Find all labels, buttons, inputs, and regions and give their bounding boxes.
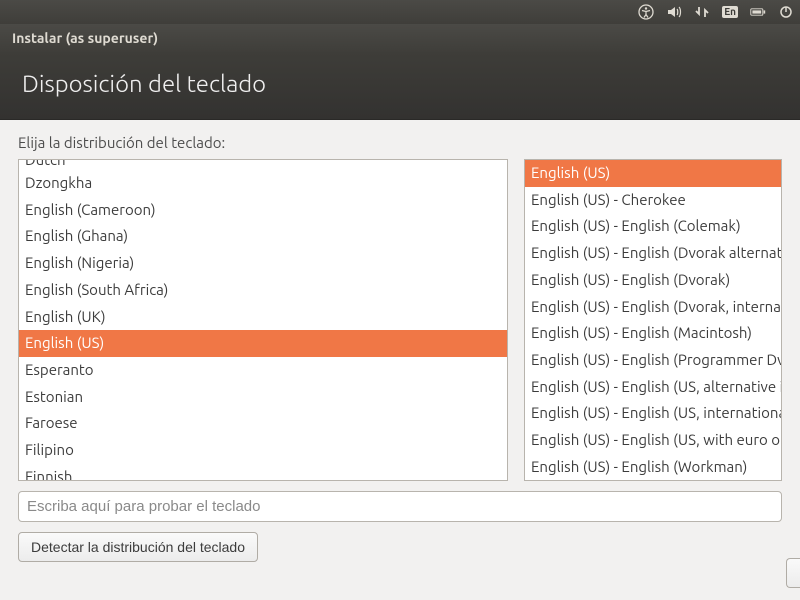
list-item[interactable]: English (US) - English (Colemak) (525, 213, 781, 240)
list-item[interactable]: English (US) - English (Dvorak, internat… (525, 294, 781, 321)
list-item[interactable]: English (US) - English (US, internationa… (525, 400, 781, 427)
keyboard-indicator-icon[interactable]: En (722, 6, 738, 18)
list-item[interactable]: English (US) (525, 160, 781, 187)
window-titlebar: Instalar (as superuser) (0, 24, 800, 52)
battery-icon[interactable] (750, 4, 766, 20)
layouts-listbox[interactable]: DutchDzongkhaEnglish (Cameroon)English (… (18, 159, 508, 481)
list-item[interactable]: English (US) - English (US, alternative … (525, 374, 781, 401)
list-item[interactable]: Dutch (19, 160, 507, 170)
power-icon[interactable] (778, 4, 794, 20)
list-item[interactable]: English (US) - English (Dvorak) (525, 267, 781, 294)
list-item[interactable]: English (US) - English (Workman) (525, 454, 781, 481)
system-topbar: En (0, 0, 800, 24)
list-item[interactable]: Filipino (19, 437, 507, 464)
variants-listbox[interactable]: English (US)English (US) - CherokeeEngli… (524, 159, 782, 481)
list-item[interactable]: Dzongkha (19, 170, 507, 197)
window-title: Instalar (as superuser) (12, 30, 158, 46)
accessibility-icon[interactable] (638, 4, 654, 20)
sound-icon[interactable] (666, 4, 682, 20)
list-item[interactable]: English (US) - English (US, with euro on… (525, 427, 781, 454)
nav-button-fragment[interactable] (786, 558, 800, 588)
list-item[interactable]: English (US) - English (Programmer Dvora… (525, 347, 781, 374)
list-item[interactable]: Finnish (19, 464, 507, 481)
page-header: Disposición del teclado (0, 52, 800, 120)
list-item[interactable]: English (US) (19, 330, 507, 357)
list-item[interactable]: Faroese (19, 410, 507, 437)
network-icon[interactable] (694, 4, 710, 20)
keyboard-test-input[interactable] (18, 491, 782, 522)
list-item[interactable]: English (Nigeria) (19, 250, 507, 277)
lists-row: DutchDzongkhaEnglish (Cameroon)English (… (18, 159, 782, 481)
list-item[interactable]: Esperanto (19, 357, 507, 384)
content-area: Elija la distribución del teclado: Dutch… (0, 120, 800, 562)
list-item[interactable]: English (US) - Cherokee (525, 187, 781, 214)
keyboard-badge: En (722, 6, 738, 18)
list-item[interactable]: English (US) - English (Workman, interna… (525, 480, 781, 481)
list-item[interactable]: English (Cameroon) (19, 197, 507, 224)
prompt-label: Elija la distribución del teclado: (18, 134, 782, 151)
list-item[interactable]: English (UK) (19, 304, 507, 331)
list-item[interactable]: English (US) - English (Dvorak alternati… (525, 240, 781, 267)
list-item[interactable]: English (South Africa) (19, 277, 507, 304)
detect-layout-button[interactable]: Detectar la distribución del teclado (18, 532, 258, 562)
list-item[interactable]: English (US) - English (Macintosh) (525, 320, 781, 347)
list-item[interactable]: English (Ghana) (19, 223, 507, 250)
list-item[interactable]: Estonian (19, 384, 507, 411)
page-title: Disposición del teclado (22, 70, 266, 97)
